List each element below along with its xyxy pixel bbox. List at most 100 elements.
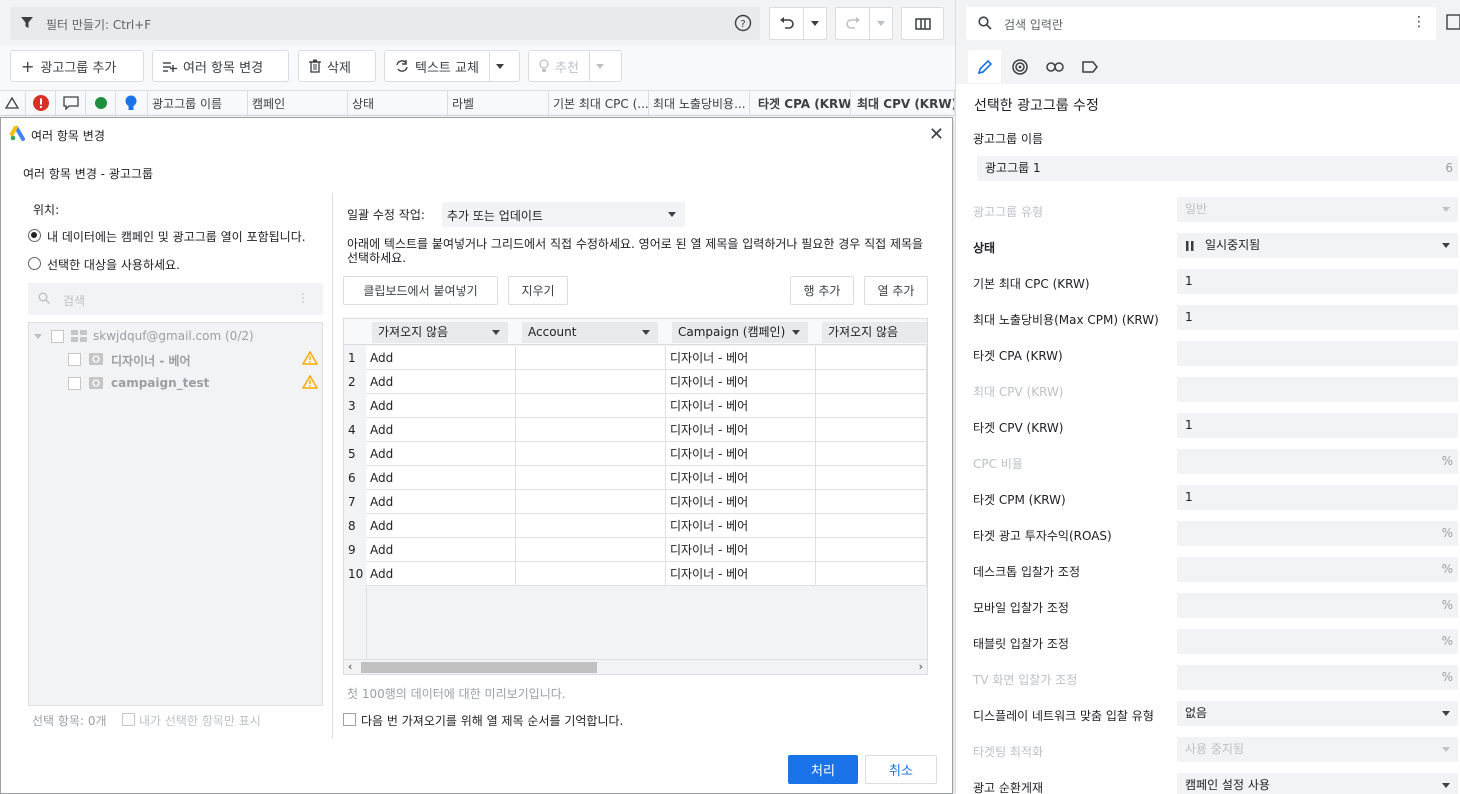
scroll-right-icon[interactable]: › [919, 660, 923, 673]
radio-use-selection[interactable] [28, 257, 41, 270]
tree-campaign-label[interactable]: campaign_test [111, 376, 209, 390]
grid-cell[interactable]: 디자이너 - 베어 [666, 442, 816, 466]
close-icon[interactable]: ✕ [929, 124, 944, 145]
status-dot-icon[interactable] [86, 91, 116, 115]
field-select[interactable]: 일반 [1177, 197, 1458, 222]
panel-search-input[interactable]: 검색 입력란 ⋮ [966, 7, 1436, 40]
grid-cell[interactable] [816, 418, 927, 442]
grid-cell[interactable]: 디자이너 - 베어 [666, 418, 816, 442]
grid-cell[interactable]: Add [366, 514, 516, 538]
grid-cell[interactable]: 디자이너 - 베어 [666, 346, 816, 370]
paste-clipboard-button[interactable]: 클립보드에서 붙여넣기 [343, 276, 498, 305]
bulb-icon[interactable] [116, 91, 148, 115]
more-vert-icon[interactable]: ⋮ [297, 291, 309, 305]
column-header[interactable]: 광고그룹 이름 [148, 91, 248, 115]
field-input[interactable]: 1 [1177, 305, 1458, 330]
scrollbar-thumb[interactable] [361, 662, 597, 673]
undo-button[interactable] [769, 7, 827, 40]
field-input[interactable]: % [1177, 449, 1458, 474]
chevron-down-icon[interactable] [495, 63, 504, 69]
adgroup-name-input[interactable]: 광고그룹 1 6 [977, 156, 1458, 181]
tree-checkbox[interactable] [51, 330, 64, 343]
grid-cell[interactable] [816, 514, 927, 538]
tab-labels[interactable] [1073, 50, 1106, 83]
tree-checkbox[interactable] [68, 377, 81, 390]
field-input[interactable]: 1 [1177, 269, 1458, 294]
columns-button[interactable] [901, 7, 944, 40]
grid-cell[interactable] [516, 370, 666, 394]
tab-targeting[interactable] [1003, 50, 1036, 83]
add-row-button[interactable]: 행 추가 [790, 276, 854, 305]
column-header[interactable]: 최대 노출당비용... [649, 91, 750, 115]
grid-cell[interactable] [516, 466, 666, 490]
field-input[interactable]: % [1177, 665, 1458, 690]
grid-cell[interactable] [816, 490, 927, 514]
grid-cell[interactable]: Add [366, 562, 516, 586]
grid-cell[interactable]: Add [366, 442, 516, 466]
grid-cell[interactable] [816, 394, 927, 418]
filter-box[interactable]: 필터 만들기: Ctrl+F ? [10, 7, 760, 40]
grid-cell[interactable]: 디자이너 - 베어 [666, 562, 816, 586]
field-select[interactable]: 사용 중지됨 [1177, 737, 1458, 762]
grid-cell[interactable] [816, 346, 927, 370]
grid-cell[interactable] [516, 490, 666, 514]
grid-cell[interactable]: Add [366, 370, 516, 394]
help-icon[interactable]: ? [734, 14, 752, 32]
grid-cell[interactable]: 디자이너 - 베어 [666, 490, 816, 514]
tab-edit[interactable] [968, 50, 1001, 83]
grid-cell[interactable]: Add [366, 394, 516, 418]
process-button[interactable]: 처리 [788, 755, 858, 784]
grid-cell[interactable]: Add [366, 346, 516, 370]
column-mapping-select[interactable]: Account [522, 322, 658, 343]
field-input[interactable]: 1 [1177, 485, 1458, 510]
column-header[interactable]: 캠페인 [248, 91, 348, 115]
column-mapping-select[interactable]: Campaign (캠페인) [672, 322, 808, 343]
column-header[interactable]: 타겟 CPA (KRW) [750, 91, 851, 115]
field-input[interactable]: % [1177, 593, 1458, 618]
column-header[interactable]: 상태 [348, 91, 448, 115]
delete-button[interactable]: 삭제 [298, 50, 376, 82]
grid-cell[interactable] [816, 442, 927, 466]
column-header[interactable]: 최대 CPV (KRW) [851, 91, 955, 115]
add-adgroup-button[interactable]: + 광고그룹 추가 [10, 50, 144, 82]
field-input[interactable]: % [1177, 557, 1458, 582]
chevron-down-icon[interactable] [870, 21, 892, 26]
field-input[interactable] [1177, 377, 1458, 402]
grid-cell[interactable]: 디자이너 - 베어 [666, 466, 816, 490]
remember-order-checkbox[interactable] [343, 713, 356, 726]
grid-cell[interactable] [816, 466, 927, 490]
option-use-selection-label[interactable]: 선택한 대상을 사용하세요. [47, 256, 180, 273]
redo-button[interactable] [835, 7, 893, 40]
grid-cell[interactable]: 디자이너 - 베어 [666, 514, 816, 538]
grid-cell[interactable] [516, 418, 666, 442]
comment-icon[interactable] [56, 91, 86, 115]
grid-cell[interactable] [516, 442, 666, 466]
grid-cell[interactable] [516, 562, 666, 586]
tree-search-input[interactable]: 검색 ⋮ [28, 283, 323, 315]
multi-change-button[interactable]: 여러 항목 변경 [152, 50, 289, 82]
horizontal-scrollbar[interactable]: ‹ › [344, 659, 927, 674]
cancel-button[interactable]: 취소 [865, 755, 937, 784]
chevron-down-icon[interactable] [804, 21, 826, 26]
grid-cell[interactable]: Add [366, 466, 516, 490]
replace-text-button[interactable]: 텍스트 교체 [384, 50, 520, 82]
more-vert-icon[interactable]: ⋮ [1412, 14, 1426, 30]
column-mapping-select[interactable]: 가져오지 않음 [822, 322, 927, 343]
tree-campaign-label[interactable]: 디자이너 - 베어 [111, 352, 191, 369]
field-input[interactable]: % [1177, 521, 1458, 546]
clear-button[interactable]: 지우기 [508, 276, 568, 305]
grid-cell[interactable] [816, 562, 927, 586]
tree-checkbox[interactable] [68, 353, 81, 366]
add-column-button[interactable]: 열 추가 [864, 276, 928, 305]
field-select[interactable]: 일시중지됨 [1177, 233, 1458, 258]
column-header[interactable]: 라벨 [448, 91, 549, 115]
expand-icon[interactable] [34, 334, 42, 339]
tree-account-label[interactable]: skwjdquf@gmail.com (0/2) [93, 329, 254, 343]
field-input[interactable] [1177, 341, 1458, 366]
grid-cell[interactable]: Add [366, 538, 516, 562]
chevron-down-icon[interactable] [595, 63, 604, 69]
grid-cell[interactable]: Add [366, 490, 516, 514]
field-select[interactable]: 없음 [1177, 701, 1458, 726]
column-mapping-select[interactable]: 가져오지 않음 [372, 322, 508, 343]
grid-cell[interactable] [816, 538, 927, 562]
